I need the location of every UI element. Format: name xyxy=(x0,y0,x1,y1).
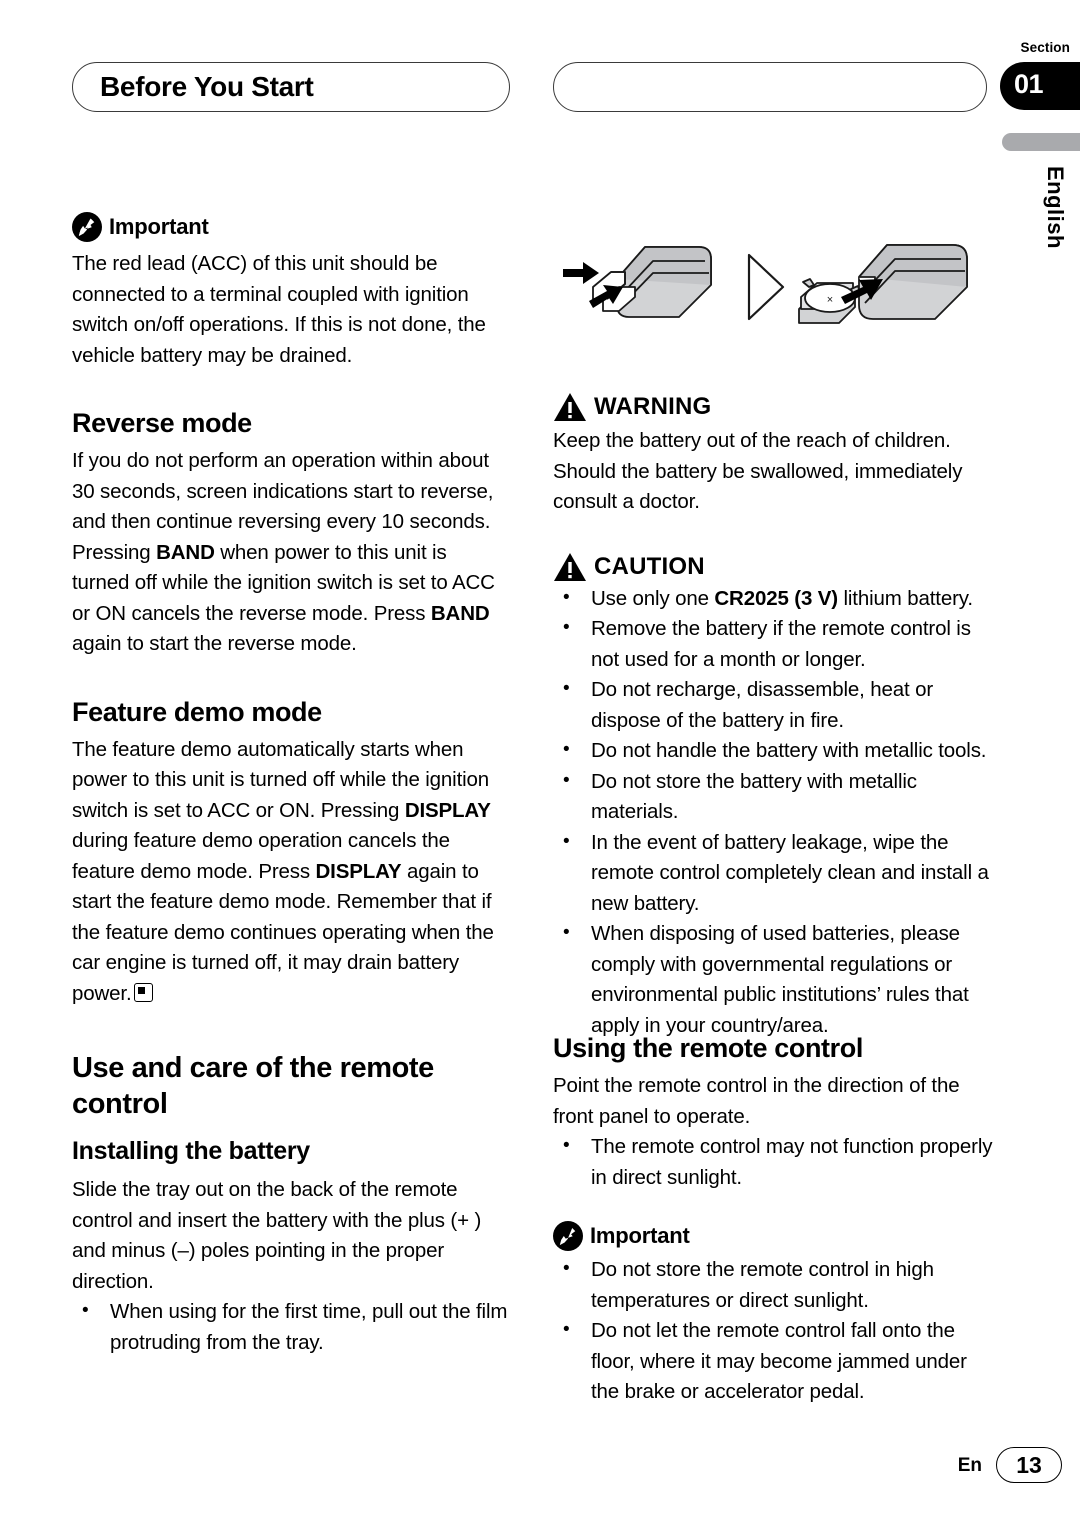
battery-type-value: CR2025 (3 V) xyxy=(714,586,838,610)
remote-control-battery-installation-diagram: × xyxy=(553,225,993,365)
right-column: WARNING Keep the battery out of the reac… xyxy=(553,392,993,1041)
reverse-mode-body: If you do not perform an operation withi… xyxy=(72,446,509,660)
section-number-tab: 01 xyxy=(1000,62,1080,110)
warning-notice-header: WARNING xyxy=(553,392,993,422)
installing-battery-body: Slide the tray out on the back of the re… xyxy=(72,1178,482,1293)
list-item: Do not store the battery with metallic m… xyxy=(553,766,993,828)
list-item: Remove the battery if the remote control… xyxy=(553,613,993,675)
list-item: When using for the first time, pull out … xyxy=(72,1296,509,1358)
important-body-text: The red lead (ACC) of this unit should b… xyxy=(72,252,486,367)
bullet-text-pre: Use only one xyxy=(591,586,715,610)
list-item: Use only one CR2025 (3 V) lithium batter… xyxy=(553,583,993,615)
warning-triangle-icon xyxy=(553,392,587,422)
display-key-2: DISPLAY xyxy=(315,859,402,883)
using-remote-heading: Using the remote control xyxy=(553,1033,863,1063)
language-gray-bar xyxy=(1002,133,1080,151)
remote-care-block: Use and care of the remote control Insta… xyxy=(72,1050,509,1358)
warning-label: WARNING xyxy=(594,393,712,420)
page-number-pill: 13 xyxy=(996,1447,1062,1483)
list-item: Do not store the remote control in high … xyxy=(553,1254,993,1316)
section-number: 01 xyxy=(1014,69,1044,99)
left-column: Important The red lead (ACC) of this uni… xyxy=(72,212,509,1009)
band-key-1: BAND xyxy=(156,540,215,564)
installing-battery-heading: Installing the battery xyxy=(72,1137,310,1165)
reverse-mode-heading: Reverse mode xyxy=(72,408,252,438)
pushpin-icon xyxy=(72,212,102,242)
list-item: Do not handle the battery with metallic … xyxy=(553,735,993,767)
using-remote-body: Point the remote control in the directio… xyxy=(553,1074,960,1128)
important-bullets: Do not store the remote control in high … xyxy=(553,1254,993,1408)
page-header: Before You Start xyxy=(0,62,1080,118)
using-remote-block: Using the remote control Point the remot… xyxy=(553,1032,993,1408)
footer-language-code: En xyxy=(957,1455,982,1476)
header-secondary-pill xyxy=(553,62,987,112)
important-label-2: Important xyxy=(590,1223,690,1248)
page-title: Before You Start xyxy=(100,71,314,102)
feature-demo-body: The feature demo automatically starts wh… xyxy=(72,735,509,1010)
list-item: Do not let the remote control fall onto … xyxy=(553,1315,993,1408)
band-key-2: BAND xyxy=(430,601,490,625)
warning-body-text: Keep the battery out of the reach of chi… xyxy=(553,429,963,513)
caution-bullets: Use only one CR2025 (3 V) lithium batter… xyxy=(553,583,993,1042)
caution-label: CAUTION xyxy=(594,552,705,580)
language-label: English xyxy=(1043,166,1068,249)
warning-triangle-icon xyxy=(553,552,587,582)
pushpin-icon xyxy=(553,1221,583,1251)
section-label: Section xyxy=(1020,40,1070,55)
display-key-1: DISPLAY xyxy=(404,798,491,822)
list-item: In the event of battery leakage, wipe th… xyxy=(553,827,993,920)
important-label: Important xyxy=(109,214,209,239)
page-number: 13 xyxy=(1016,1452,1042,1478)
important-notice-header-2: Important xyxy=(553,1221,993,1251)
remote-care-heading: Use and care of the remote control xyxy=(72,1052,434,1120)
bullet-text-post: lithium battery. xyxy=(837,586,973,610)
page-footer: En 13 xyxy=(0,1447,1080,1487)
caution-notice-header: CAUTION xyxy=(553,552,993,582)
end-of-section-marker xyxy=(133,982,153,1002)
list-item: Do not recharge, disassemble, heat or di… xyxy=(553,674,993,736)
feature-demo-heading: Feature demo mode xyxy=(72,696,322,727)
reverse-mode-text-3: again to start the reverse mode. xyxy=(72,632,357,655)
list-item: When disposing of used batteries, please… xyxy=(553,918,993,1041)
using-remote-bullets: The remote control may not function prop… xyxy=(553,1131,993,1193)
list-item: The remote control may not function prop… xyxy=(553,1131,993,1193)
important-notice-header: Important xyxy=(72,212,509,242)
installing-battery-bullets: When using for the first time, pull out … xyxy=(72,1296,509,1358)
battery-polarity-mark: × xyxy=(827,294,833,306)
